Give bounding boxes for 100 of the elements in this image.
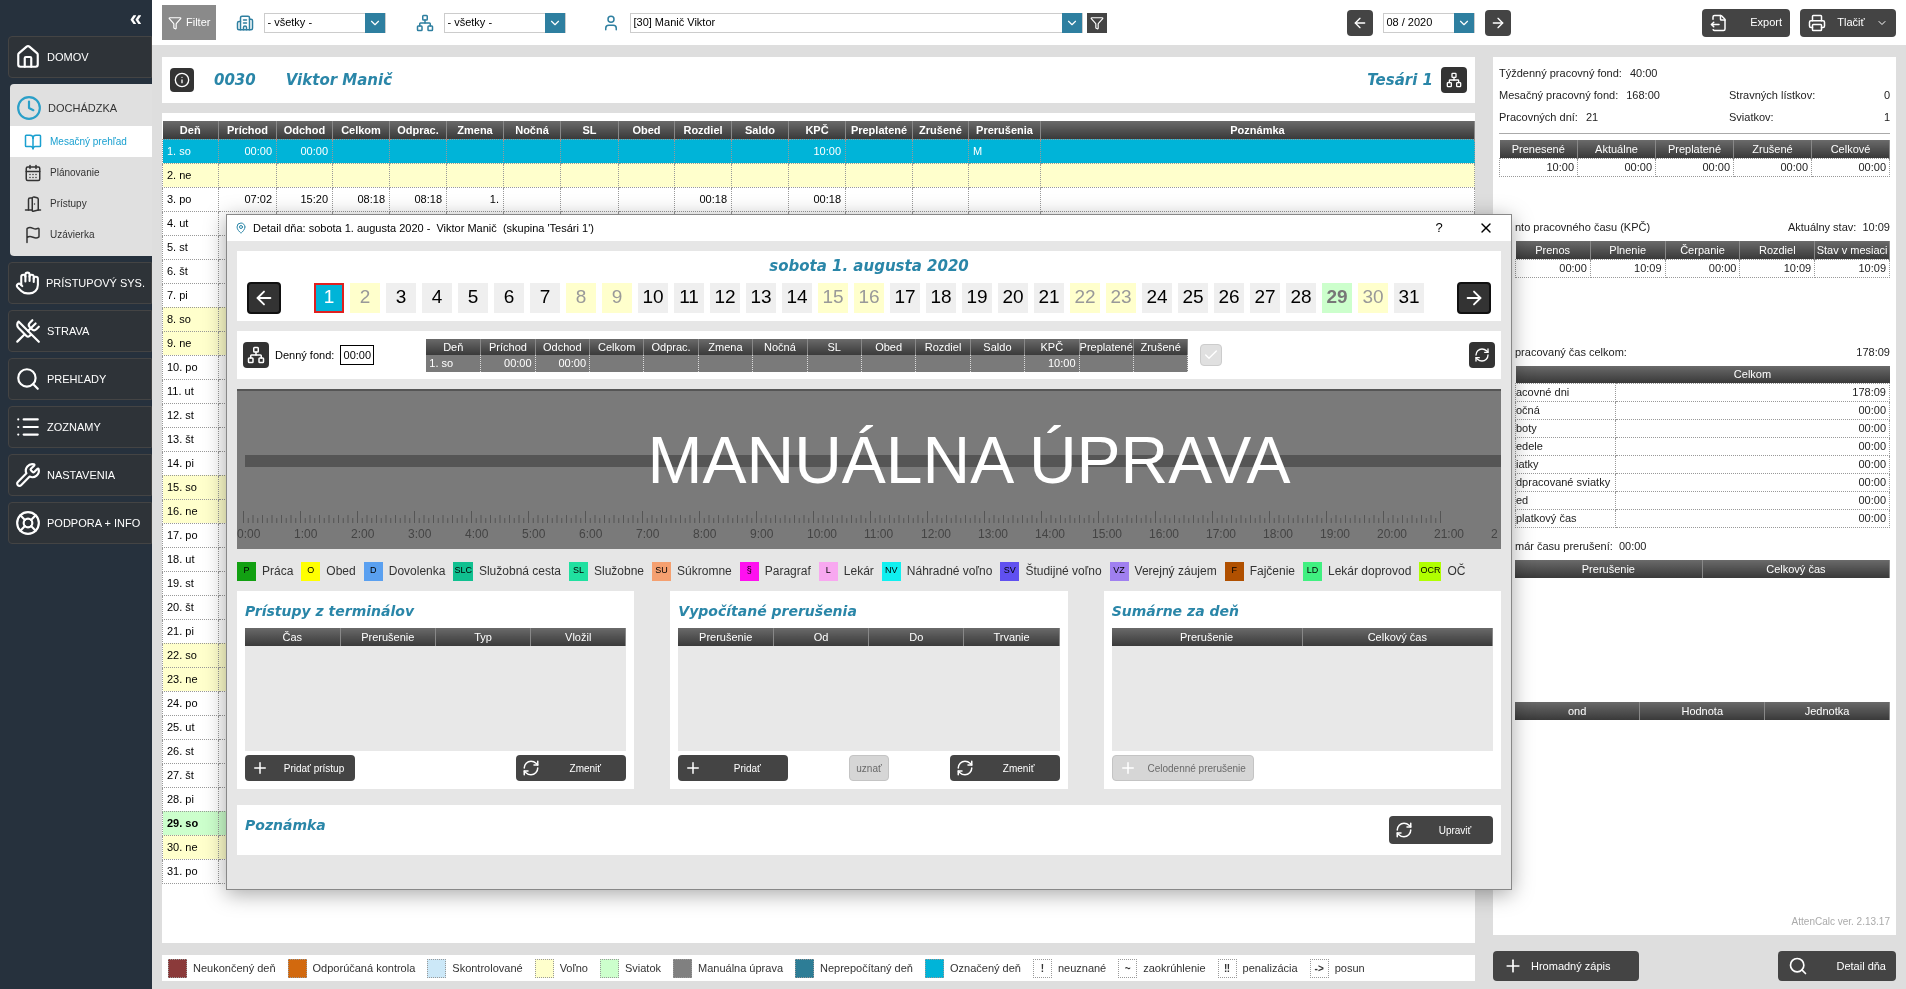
department-select[interactable]: - všetky - [264, 12, 387, 33]
refresh-button[interactable] [1469, 342, 1495, 368]
month-select[interactable]: 08 / 2020 [1383, 12, 1476, 33]
panel-title: Poznámka [245, 816, 326, 835]
calendar-day[interactable]: 12 [710, 282, 740, 313]
calendar-day[interactable]: 19 [962, 282, 992, 313]
calendar-day[interactable]: 14 [782, 282, 812, 313]
legend-label: Manuálna úprava [698, 960, 783, 976]
confirm-checkbox[interactable] [1200, 344, 1223, 366]
action-button[interactable]: Zmeniť [949, 755, 1060, 781]
column-header[interactable]: SL [560, 121, 619, 139]
table-cell: 00:00 [1708, 261, 1737, 274]
employee-select[interactable]: [30] Manič Viktor [630, 12, 1084, 33]
table-cell: platkový čas [1516, 511, 1577, 524]
nav-item[interactable]: PRÍSTUPOVÝ SYS. [8, 262, 152, 304]
nav-item[interactable]: DOMOV [8, 36, 152, 78]
nav-item[interactable]: STRAVA [8, 310, 152, 352]
action-button[interactable]: Pridať [678, 755, 789, 781]
column-header[interactable]: Preplatené [845, 121, 913, 139]
calendar-day[interactable]: 20 [998, 282, 1028, 313]
table-cell: 00:00 [1858, 403, 1886, 416]
help-button[interactable]: ? [1427, 218, 1451, 238]
nav-subitem[interactable]: Plánovanie [10, 157, 152, 188]
column-header[interactable]: Odchod [276, 121, 333, 139]
column-header[interactable]: Nočná [503, 121, 561, 139]
nav-item[interactable]: DOCHÁDZKA [10, 90, 152, 126]
column-header: Celkový čas [1702, 560, 1890, 578]
calendar-day[interactable]: 31 [1394, 282, 1424, 313]
column-header[interactable]: Zrušené [912, 121, 969, 139]
column-header: Prenos [1515, 241, 1591, 259]
table-cell: 00:00 [1624, 160, 1652, 173]
calendar-day[interactable]: 25 [1178, 282, 1208, 313]
calendar-day[interactable]: 27 [1250, 282, 1280, 313]
table-cell: 10:09 [1858, 261, 1886, 274]
calendar-day[interactable]: 3 [386, 282, 416, 313]
column-header[interactable]: Saldo [731, 121, 789, 139]
table-cell-text: 00:00 [300, 144, 328, 157]
column-header[interactable]: Príchod [218, 121, 277, 139]
column-header[interactable]: Rozdiel [674, 121, 732, 139]
group-select[interactable]: - všetky - [444, 12, 567, 33]
calendar-day[interactable]: 29 [1322, 282, 1352, 313]
calendar-day[interactable]: 18 [926, 282, 956, 313]
action-button[interactable]: Detail dňa [1778, 951, 1896, 981]
column-header: Aktuálne [1577, 140, 1656, 158]
daily-fund-field[interactable]: 00:00 [340, 345, 375, 365]
nav-subitem[interactable]: Uzávierka [10, 219, 152, 250]
export-button[interactable]: Export [1702, 8, 1790, 37]
column-header: Trvanie [963, 628, 1060, 646]
next-day-button[interactable] [1457, 281, 1491, 314]
column-header[interactable]: Obed [618, 121, 675, 139]
calendar-day[interactable]: 21 [1034, 282, 1064, 313]
action-button[interactable]: Zmeniť [516, 755, 627, 781]
action-button[interactable]: Pridať prístup [245, 755, 355, 781]
action-button[interactable]: Upraviť [1389, 816, 1493, 844]
table-row[interactable]: 3. po 07:02 15:20 08:18 08:18 1. 00:18 00:18 [162, 187, 1475, 211]
calendar-day[interactable]: 11 [674, 282, 704, 313]
print-button[interactable]: Tlačiť [1800, 8, 1896, 37]
nav-item[interactable]: ZOZNAMY [8, 406, 152, 448]
previous-day-button[interactable] [247, 281, 281, 314]
filter-button[interactable] [1087, 12, 1108, 33]
column-header: Preplatené [1079, 338, 1134, 355]
nav-item[interactable]: PODPORA + INFO [8, 502, 152, 544]
calendar-day[interactable]: 26 [1214, 282, 1244, 313]
column-header: Hodnota [1639, 702, 1765, 720]
search-icon [1788, 956, 1808, 976]
nav-item[interactable]: PREHĽADY [8, 358, 152, 400]
previous-month-button[interactable] [1347, 9, 1374, 36]
calendar-day[interactable]: 4 [422, 282, 452, 313]
table-row[interactable]: 2. ne [162, 163, 1475, 187]
calendar-day[interactable]: 5 [458, 282, 488, 313]
calendar-day[interactable]: 24 [1142, 282, 1172, 313]
nav-item[interactable]: NASTAVENIA [8, 454, 152, 496]
building-icon [236, 13, 255, 32]
calendar-day[interactable]: 10 [638, 282, 668, 313]
column-header[interactable]: Odprac. [389, 121, 447, 139]
calendar-day[interactable]: 7 [530, 282, 560, 313]
nav-subitem[interactable]: Prístupy [10, 188, 152, 219]
action-button[interactable]: Hromadný zápis [1493, 951, 1639, 981]
column-header[interactable]: Celkom [332, 121, 390, 139]
column-header[interactable]: Prerušenia [968, 121, 1041, 139]
column-header: Plnenie [1590, 241, 1666, 259]
calendar-day[interactable]: 17 [890, 282, 920, 313]
type-swatch: D [363, 561, 383, 581]
column-header: Prerušenie [1515, 560, 1703, 578]
column-header[interactable]: Zmena [446, 121, 504, 139]
column-header[interactable]: KPČ [788, 121, 846, 139]
column-header[interactable]: Deň [162, 121, 219, 139]
summary-value: 40:00 [1629, 65, 1659, 81]
calendar-day[interactable]: 13 [746, 282, 776, 313]
table-cell-text: 07:02 [244, 192, 272, 205]
calendar-day[interactable]: 6 [494, 282, 524, 313]
plus-icon [251, 759, 269, 777]
panel-title: Vypočítané prerušenia [678, 602, 858, 621]
calendar-day[interactable]: 28 [1286, 282, 1316, 313]
type-label: Lekár [843, 563, 874, 580]
refresh-icon [955, 759, 974, 777]
column-header[interactable]: Poznámka [1040, 121, 1475, 139]
next-month-button[interactable] [1485, 9, 1512, 36]
column-header: Celkom [1615, 366, 1890, 383]
collapse-button[interactable]: « [129, 8, 142, 30]
